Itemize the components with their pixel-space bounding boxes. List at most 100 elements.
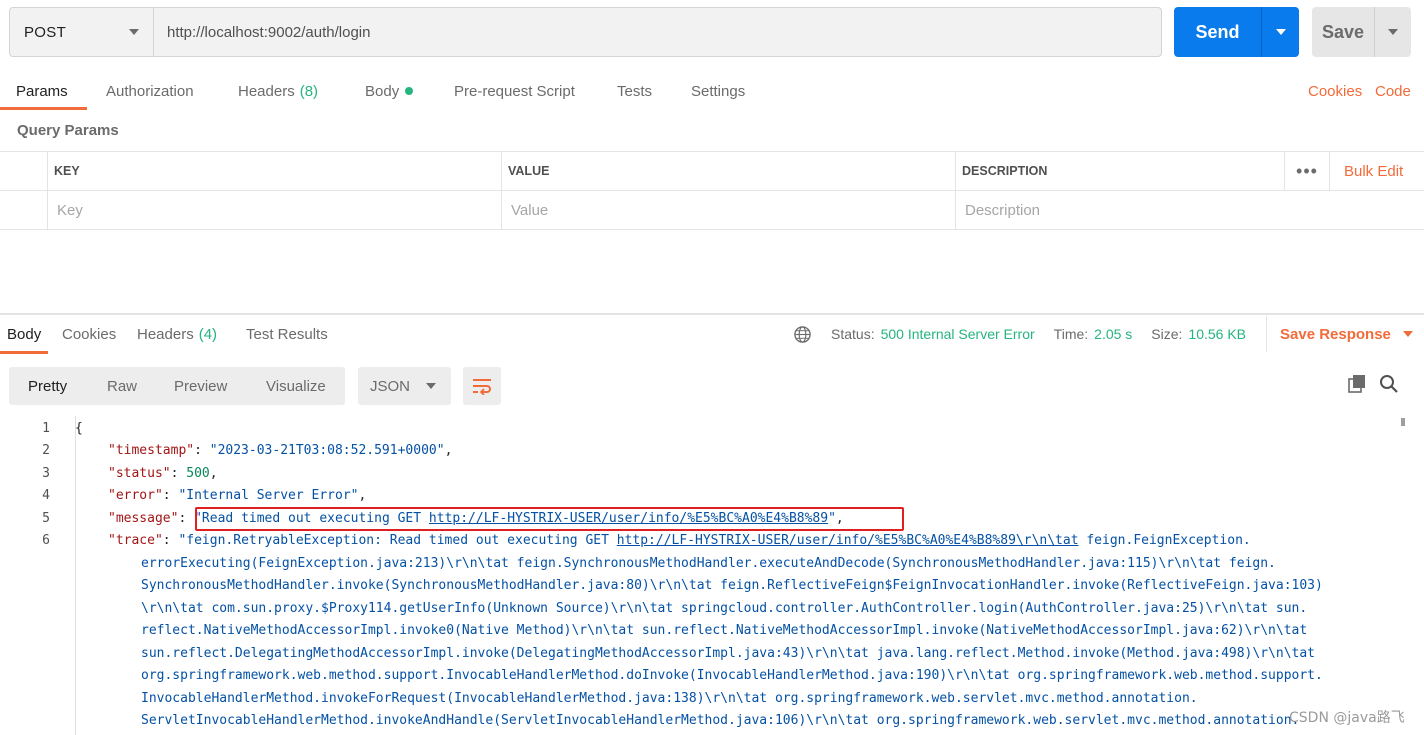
- code-line-3: "status": 500,: [108, 466, 218, 481]
- trace-continuation: SynchronousMethodHandler.invoke(Synchron…: [141, 578, 1323, 593]
- code-line-6: "trace": "feign.RetryableException: Read…: [108, 533, 1251, 548]
- chevron-down-icon: [1275, 29, 1286, 35]
- tab-label: Pre-request Script: [454, 82, 575, 100]
- request-tabs: Params Authorization Headers (8) Body Pre…: [0, 72, 1424, 110]
- message-highlight-box: [195, 507, 904, 531]
- wrap-lines-button[interactable]: [463, 367, 501, 405]
- response-tab-cookies[interactable]: Cookies: [62, 316, 116, 352]
- save-response-button[interactable]: Save Response: [1266, 316, 1413, 352]
- json-key: "status": [108, 466, 171, 481]
- query-params-title: Query Params: [17, 122, 119, 139]
- json-key: "error": [108, 488, 163, 503]
- response-meta: Status: 500 Internal Server Error Time: …: [793, 316, 1246, 352]
- headers-count: (4): [198, 325, 218, 343]
- trace-continuation: InvocableHandlerMethod.invokeForRequest(…: [141, 691, 1198, 706]
- key-input[interactable]: Key: [47, 191, 501, 229]
- more-options-icon[interactable]: •••: [1284, 152, 1330, 190]
- line-number: 4: [42, 488, 50, 503]
- trace-continuation: ServletInvocableHandlerMethod.invokeAndH…: [141, 713, 1300, 728]
- save-options-button[interactable]: [1374, 7, 1411, 57]
- url-input[interactable]: http://localhost:9002/auth/login: [154, 8, 1161, 56]
- wrap-lines-icon: [473, 379, 491, 395]
- tab-tests[interactable]: Tests: [617, 72, 652, 110]
- globe-icon[interactable]: [793, 325, 812, 344]
- gutter-divider: [75, 416, 76, 735]
- chevron-down-icon: [1402, 331, 1413, 337]
- json-key: "timestamp": [108, 443, 195, 458]
- response-tab-headers[interactable]: Headers (4): [137, 316, 217, 352]
- url-value: http://localhost:9002/auth/login: [167, 23, 371, 41]
- status-label: Status:: [831, 326, 875, 342]
- send-options-button[interactable]: [1261, 7, 1299, 57]
- trace-continuation: reflect.NativeMethodAccessorImpl.invoke0…: [141, 623, 1308, 638]
- method-select[interactable]: POST: [10, 8, 154, 56]
- trace-continuation: org.springframework.web.method.support.I…: [141, 668, 1323, 683]
- tab-label: Authorization: [106, 82, 194, 100]
- view-mode-preview[interactable]: Preview: [174, 367, 227, 405]
- response-tab-test-results[interactable]: Test Results: [246, 316, 328, 352]
- value-input[interactable]: Value: [501, 191, 955, 229]
- tab-label: Test Results: [246, 325, 328, 343]
- status-value[interactable]: 500 Internal Server Error: [881, 326, 1035, 342]
- view-mode-pretty[interactable]: Pretty: [28, 367, 67, 405]
- table-header-row: KEY VALUE DESCRIPTION ••• Bulk Edit: [0, 152, 1424, 191]
- headers-count: (8): [299, 82, 319, 100]
- tab-settings[interactable]: Settings: [691, 72, 745, 110]
- column-header-value: VALUE: [501, 152, 955, 190]
- chevron-down-icon: [129, 29, 139, 35]
- trace-link[interactable]: http://LF-HYSTRIX-USER/user/info/%E5%BC%…: [617, 533, 1079, 548]
- view-mode-selector: Pretty Raw Preview Visualize: [9, 367, 345, 405]
- send-button[interactable]: Send: [1174, 7, 1261, 57]
- cookies-link[interactable]: Cookies: [1308, 72, 1362, 110]
- tab-pre-request-script[interactable]: Pre-request Script: [454, 72, 575, 110]
- open-brace: {: [75, 421, 83, 436]
- search-icon[interactable]: [1378, 373, 1400, 395]
- column-header-description: DESCRIPTION: [955, 152, 1284, 190]
- link-label: Cookies: [1308, 82, 1363, 100]
- response-body-editor[interactable]: 1 2 3 4 5 6 { "timestamp": "2023-03-21T0…: [0, 416, 1424, 735]
- method-label: POST: [24, 23, 67, 41]
- code-link[interactable]: Code: [1375, 72, 1411, 110]
- description-input[interactable]: Description: [955, 191, 1424, 229]
- time-value[interactable]: 2.05 s: [1094, 326, 1132, 342]
- chevron-down-icon: [426, 383, 436, 389]
- tab-label: Headers: [238, 82, 295, 100]
- column-header-key: KEY: [47, 152, 501, 190]
- format-select[interactable]: JSON: [358, 367, 451, 405]
- tab-authorization[interactable]: Authorization: [106, 72, 194, 110]
- tab-body[interactable]: Body: [365, 72, 414, 110]
- pane-divider[interactable]: [0, 313, 1424, 315]
- bulk-edit-button[interactable]: Bulk Edit: [1344, 152, 1403, 190]
- tab-label: Cookies: [62, 325, 117, 343]
- send-button-group: Send: [1174, 7, 1299, 57]
- copy-icon[interactable]: [1346, 373, 1368, 395]
- json-number: 500: [186, 466, 210, 481]
- tab-label: Body: [365, 82, 400, 100]
- time-label: Time:: [1053, 326, 1089, 342]
- json-string: "feign.RetryableException: Read timed ou…: [178, 533, 1250, 548]
- body-indicator-dot: [405, 87, 414, 95]
- save-button[interactable]: Save: [1312, 7, 1374, 57]
- scrollbar-thumb[interactable]: [1401, 418, 1405, 426]
- tab-label: Body: [7, 325, 42, 343]
- size-value[interactable]: 10.56 KB: [1188, 326, 1246, 342]
- watermark: CSDN @java路飞: [1289, 710, 1405, 726]
- save-response-label: Save Response: [1280, 325, 1391, 343]
- active-tab-indicator: [0, 107, 87, 110]
- response-tab-body[interactable]: Body: [7, 316, 41, 352]
- line-number: 1: [42, 421, 50, 436]
- vertical-scrollbar[interactable]: [1396, 416, 1410, 735]
- trace-continuation: errorExecuting(FeignException.java:213)\…: [141, 556, 1276, 571]
- query-params-table: KEY VALUE DESCRIPTION ••• Bulk Edit Key …: [0, 151, 1424, 230]
- tab-label: Tests: [617, 82, 653, 100]
- tab-headers[interactable]: Headers (8): [238, 72, 318, 110]
- view-mode-visualize[interactable]: Visualize: [266, 367, 326, 405]
- view-mode-raw[interactable]: Raw: [107, 367, 137, 405]
- line-number: 5: [42, 511, 50, 526]
- json-key: "message": [108, 511, 179, 526]
- line-number: 3: [42, 466, 50, 481]
- size-label: Size:: [1151, 326, 1183, 342]
- line-number: 6: [42, 533, 50, 548]
- tab-params[interactable]: Params: [16, 72, 68, 110]
- json-string: "2023-03-21T03:08:52.591+0000": [209, 443, 445, 458]
